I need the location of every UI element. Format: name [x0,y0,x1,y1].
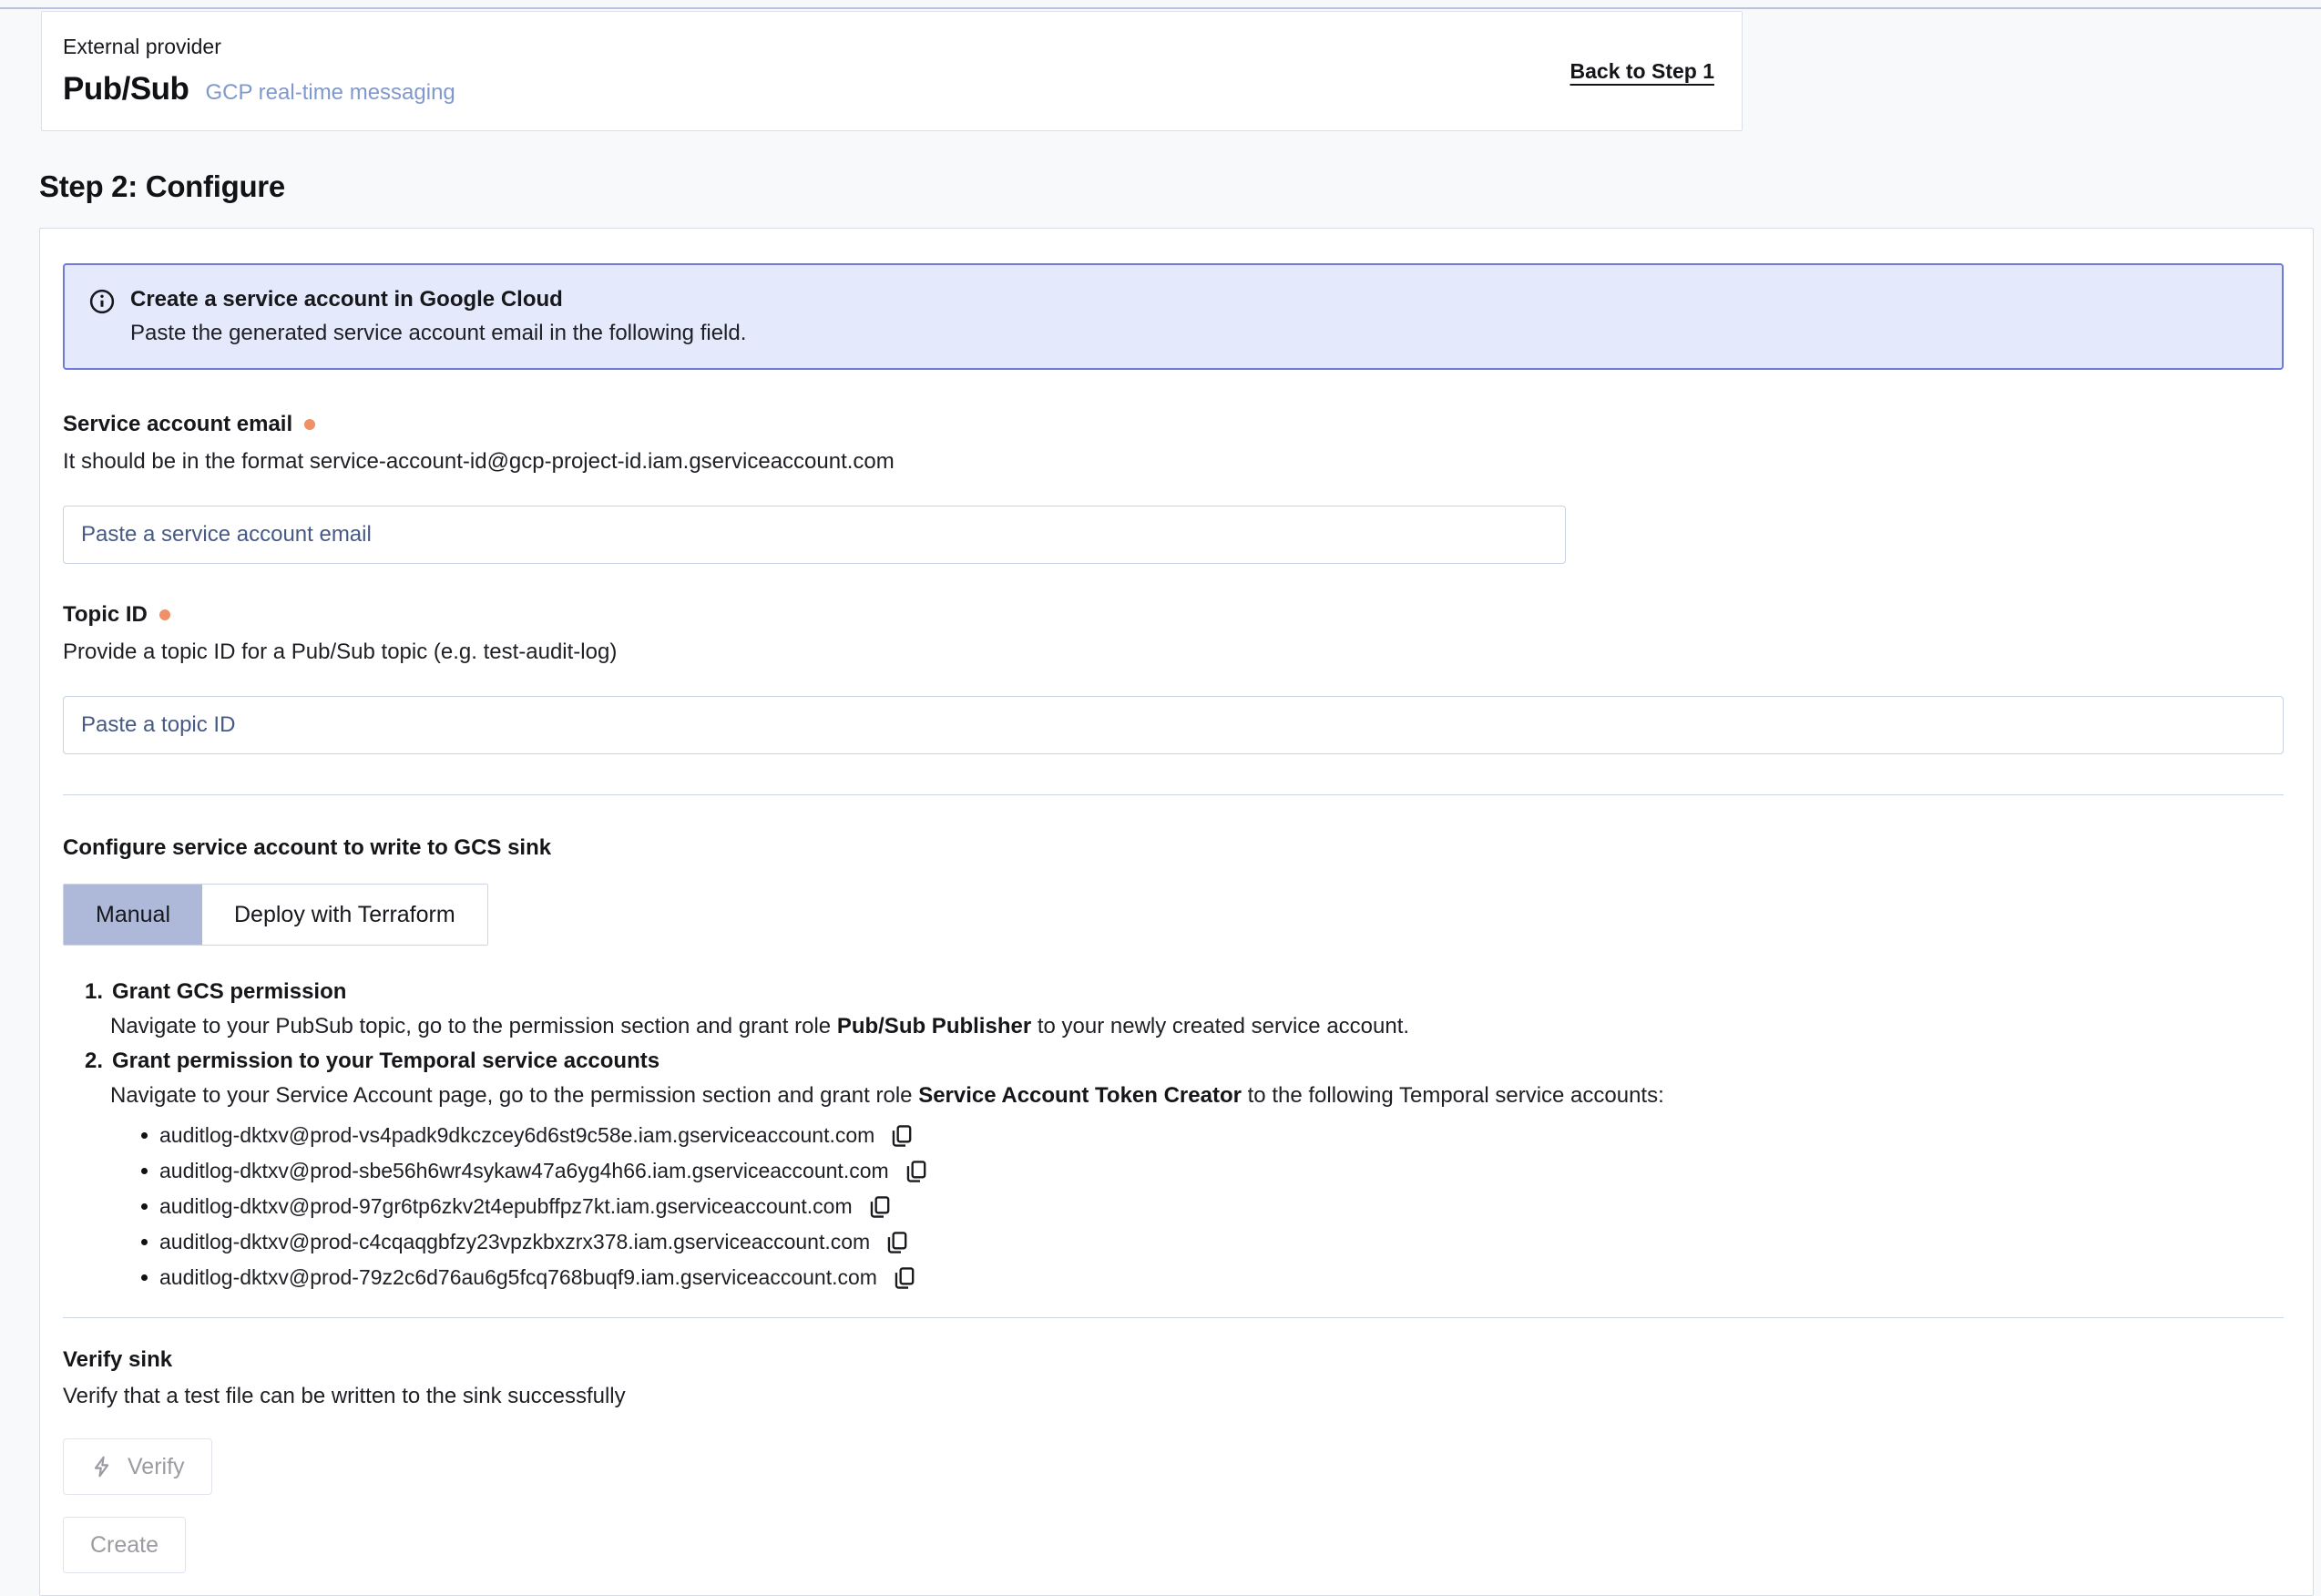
service-account-email: auditlog-dktxv@prod-97gr6tp6zkv2t4epubff… [159,1189,853,1224]
provider-info: External provider Pub/Sub GCP real-time … [63,35,455,107]
copy-icon[interactable] [884,1229,909,1256]
service-account-email: auditlog-dktxv@prod-vs4padk9dkczcey6d6st… [159,1118,874,1153]
manual-instructions: 1. Grant GCS permission Navigate to your… [63,975,2284,1295]
instruction-step-1: 1. Grant GCS permission Navigate to your… [63,975,2284,1044]
service-account-email-input[interactable] [63,506,1566,564]
back-to-step-1-link[interactable]: Back to Step 1 [1570,59,1715,84]
page-title: Step 2: Configure [39,169,2321,204]
deploy-method-tabs: Manual Deploy with Terraform [63,884,488,946]
copy-icon[interactable] [892,1264,916,1292]
verify-sink-title: Verify sink [63,1347,2284,1373]
list-item: auditlog-dktxv@prod-sbe56h6wr4sykaw47a6y… [141,1153,2284,1189]
required-dot [159,609,170,620]
alert-title: Create a service account in Google Cloud [130,287,746,312]
bullet-icon [141,1203,148,1210]
step-number: 2. [85,1044,103,1079]
service-account-list: auditlog-dktxv@prod-vs4padk9dkczcey6d6st… [63,1118,2284,1295]
step-body: Navigate to your PubSub topic, go to the… [63,1009,2284,1044]
topic-id-input[interactable] [63,696,2284,754]
bullet-icon [141,1239,148,1245]
verify-sink-helper: Verify that a test file can be written t… [63,1384,2284,1409]
bullet-icon [141,1168,148,1174]
bullet-icon [141,1274,148,1281]
instruction-step-2: 2. Grant permission to your Temporal ser… [63,1044,2284,1295]
service-account-email: auditlog-dktxv@prod-79z2c6d76au6g5fcq768… [159,1260,877,1295]
configure-form-card: Create a service account in Google Cloud… [39,228,2314,1596]
create-button[interactable]: Create [63,1517,186,1573]
list-item: auditlog-dktxv@prod-79z2c6d76au6g5fcq768… [141,1260,2284,1295]
lightning-bolt-icon [90,1454,114,1479]
list-item: auditlog-dktxv@prod-vs4padk9dkczcey6d6st… [141,1118,2284,1153]
topic-id-helper: Provide a topic ID for a Pub/Sub topic (… [63,639,2284,665]
step-title: Grant permission to your Temporal servic… [112,1044,659,1079]
provider-title: Pub/Sub [63,71,189,107]
topic-id-label: Topic ID [63,602,2284,628]
provider-header-card: External provider Pub/Sub GCP real-time … [41,11,1743,131]
info-alert: Create a service account in Google Cloud… [63,263,2284,370]
service-account-email: auditlog-dktxv@prod-sbe56h6wr4sykaw47a6y… [159,1153,889,1189]
copy-icon[interactable] [867,1193,892,1221]
bullet-icon [141,1132,148,1139]
tab-manual[interactable]: Manual [64,885,202,945]
list-item: auditlog-dktxv@prod-97gr6tp6zkv2t4epubff… [141,1189,2284,1224]
required-dot [304,419,315,430]
section-divider [63,794,2284,795]
step-title: Grant GCS permission [112,975,346,1009]
list-item: auditlog-dktxv@prod-c4cqaqgbfzy23vpzkbxz… [141,1224,2284,1260]
tab-deploy-with-terraform[interactable]: Deploy with Terraform [202,885,487,945]
info-icon [88,288,116,346]
alert-body: Paste the generated service account emai… [130,321,746,346]
service-account-email-helper: It should be in the format service-accou… [63,449,2284,475]
service-account-email-label: Service account email [63,412,2284,437]
service-account-email: auditlog-dktxv@prod-c4cqaqgbfzy23vpzkbxz… [159,1224,870,1260]
configure-gcs-sink-label: Configure service account to write to GC… [63,835,2284,861]
copy-icon[interactable] [889,1122,914,1150]
top-edge-band [0,0,2321,9]
section-divider [63,1317,2284,1318]
copy-icon[interactable] [904,1158,928,1185]
step-number: 1. [85,975,103,1009]
provider-subtitle: GCP real-time messaging [205,80,455,106]
verify-button[interactable]: Verify [63,1438,212,1495]
provider-kicker: External provider [63,35,455,59]
step-body: Navigate to your Service Account page, g… [63,1079,2284,1113]
